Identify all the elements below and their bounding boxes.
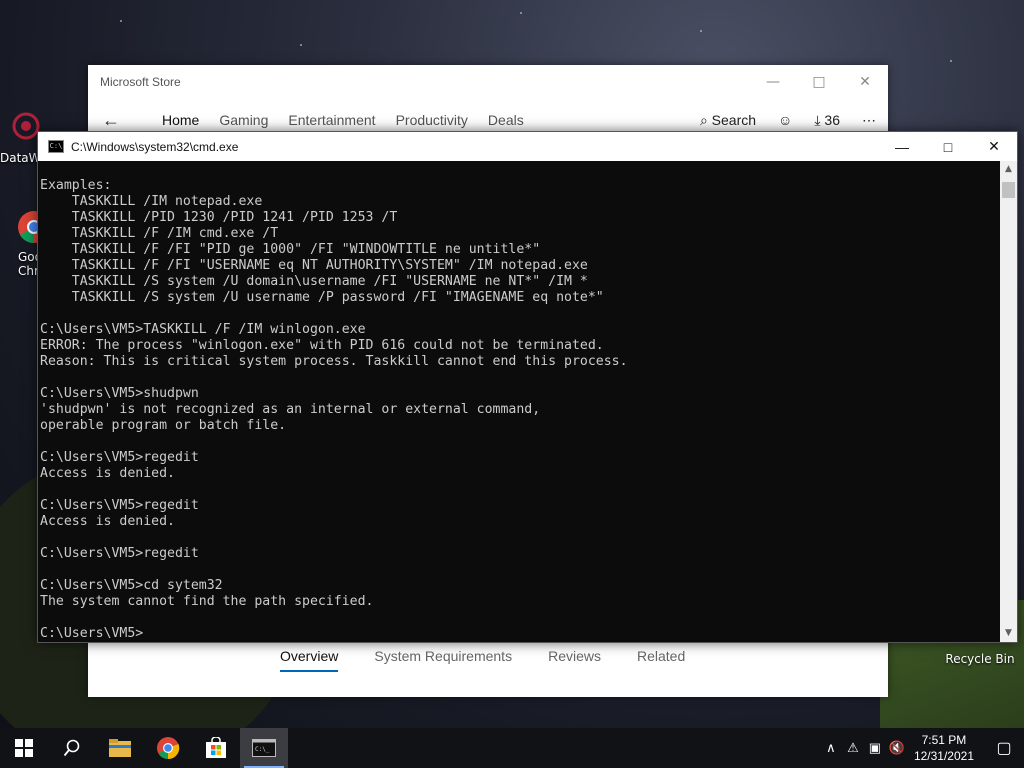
- account-icon[interactable]: ☺: [778, 112, 792, 128]
- taskbar: C:\_ ∧ ⚠ ▣ 🔇 7:51 PM 12/31/2021 ▢: [0, 728, 1024, 768]
- desktop-icon-label: Recycle Bin: [945, 652, 1015, 666]
- chrome-icon: [157, 737, 180, 760]
- show-hidden-icons-icon[interactable]: ∧: [820, 740, 842, 756]
- search-button[interactable]: ⌕ Search: [700, 112, 756, 129]
- console-line: C:\Users\VM5>regedit: [40, 498, 199, 513]
- store-button[interactable]: [192, 728, 240, 768]
- start-button[interactable]: [0, 728, 48, 768]
- console-line: TASKKILL /S system /U username /P passwo…: [40, 290, 604, 305]
- network-icon[interactable]: ▣: [864, 740, 886, 756]
- download-icon: ⤓: [814, 111, 821, 128]
- back-arrow-icon[interactable]: ←: [88, 110, 142, 131]
- console-line: TASKKILL /F /FI "USERNAME eq NT AUTHORIT…: [40, 258, 588, 273]
- scroll-up-icon[interactable]: ▲: [1000, 161, 1017, 178]
- console-output[interactable]: Examples: TASKKILL /IM notepad.exe TASKK…: [38, 161, 1000, 642]
- taskbar-search-button[interactable]: [48, 728, 96, 768]
- store-window-controls: — □ ✕: [750, 65, 888, 99]
- chrome-button[interactable]: [144, 728, 192, 768]
- tab-related[interactable]: Related: [637, 648, 685, 672]
- store-product-tabs: Overview System Requirements Reviews Rel…: [280, 648, 685, 672]
- store-icon: [206, 737, 226, 758]
- cmd-titlebar[interactable]: C:\ C:\Windows\system32\cmd.exe — □ ✕: [38, 132, 1017, 161]
- chrome-desktop-icon: [18, 211, 50, 244]
- console-line: C:\Users\VM5>shudpwn: [40, 386, 199, 401]
- notification-icon[interactable]: ▢: [984, 738, 1024, 758]
- console-line: C:\Users\VM5>cd sytem32: [40, 578, 223, 593]
- console-line: C:\Users\VM5>regedit: [40, 546, 199, 561]
- console-line: Access is denied.: [40, 514, 175, 529]
- system-tray: ∧ ⚠ ▣ 🔇 7:51 PM 12/31/2021 ▢: [820, 728, 1024, 768]
- scrollbar-thumb[interactable]: [1002, 182, 1015, 198]
- tab-system-requirements[interactable]: System Requirements: [374, 648, 512, 672]
- console-line: C:\Users\VM5>: [40, 626, 144, 641]
- console-line: The system cannot find the path specifie…: [40, 594, 374, 609]
- console-line: operable program or batch file.: [40, 418, 287, 433]
- tab-reviews[interactable]: Reviews: [548, 648, 601, 672]
- console-line: TASKKILL /PID 1230 /PID 1241 /PID 1253 /…: [40, 210, 398, 225]
- console-line: Examples:: [40, 178, 112, 193]
- console-line: ERROR: The process "winlogon.exe" with P…: [40, 338, 604, 353]
- desktop-icon-recycle-bin[interactable]: Recycle Bin: [940, 652, 1020, 666]
- start-icon: [15, 739, 33, 757]
- maximize-icon[interactable]: □: [925, 132, 971, 161]
- volume-muted-icon[interactable]: 🔇: [886, 740, 908, 756]
- security-warning-icon[interactable]: ⚠: [842, 740, 864, 756]
- console-line: 'shudpwn' is not recognized as an intern…: [40, 402, 541, 417]
- tab-entertainment[interactable]: Entertainment: [288, 112, 375, 128]
- file-explorer-icon: [109, 739, 131, 757]
- cmd-window-icon: C:\: [48, 140, 64, 153]
- cmd-icon: C:\_: [252, 739, 276, 757]
- desktop-icon-label: DataW: [0, 151, 41, 165]
- console-line: C:\Users\VM5>regedit: [40, 450, 199, 465]
- cmd-taskbar-button[interactable]: C:\_: [240, 728, 288, 768]
- console-line: TASKKILL /IM notepad.exe: [40, 194, 263, 209]
- tab-productivity[interactable]: Productivity: [396, 112, 468, 128]
- cmd-window: C:\ C:\Windows\system32\cmd.exe — □ ✕ Ex…: [37, 131, 1018, 643]
- close-icon[interactable]: ✕: [971, 132, 1017, 161]
- search-icon: [63, 739, 80, 757]
- console-line: Access is denied.: [40, 466, 175, 481]
- minimize-icon[interactable]: —: [750, 65, 796, 99]
- cmd-window-controls: — □ ✕: [879, 132, 1017, 161]
- downloads-count: 36: [824, 111, 840, 128]
- downloads-button[interactable]: ⤓ 36: [814, 112, 840, 129]
- search-label: Search: [711, 111, 757, 128]
- more-icon[interactable]: ⋯: [862, 112, 876, 129]
- dataw-app-icon: [12, 112, 40, 140]
- search-icon: ⌕: [699, 111, 708, 128]
- console-line: TASKKILL /F /IM cmd.exe /T: [40, 226, 279, 241]
- close-icon[interactable]: ✕: [842, 65, 888, 99]
- console-scrollbar[interactable]: ▲ ▼: [1000, 161, 1017, 642]
- console-line: C:\Users\VM5>TASKKILL /F /IM winlogon.ex…: [40, 322, 366, 337]
- clock[interactable]: 7:51 PM 12/31/2021: [914, 732, 974, 764]
- store-nav-actions: ⌕ Search ☺ ⤓ 36 ⋯: [700, 112, 876, 129]
- console-line: Reason: This is critical system process.…: [40, 354, 628, 369]
- cmd-window-title: C:\Windows\system32\cmd.exe: [71, 139, 239, 154]
- tab-overview[interactable]: Overview: [280, 648, 339, 672]
- tab-home[interactable]: Home: [162, 112, 199, 128]
- console-line: TASKKILL /S system /U domain\username /F…: [40, 274, 588, 289]
- file-explorer-button[interactable]: [96, 728, 144, 768]
- console-line: TASKKILL /F /FI "PID ge 1000" /FI "WINDO…: [40, 242, 541, 257]
- minimize-icon[interactable]: —: [879, 132, 925, 161]
- tab-gaming[interactable]: Gaming: [219, 112, 268, 128]
- svg-text:C:\_: C:\_: [255, 746, 270, 753]
- clock-date: 12/31/2021: [913, 749, 974, 763]
- clock-time: 7:51 PM: [921, 733, 967, 747]
- tab-deals[interactable]: Deals: [488, 112, 524, 128]
- store-window-title: Microsoft Store: [100, 75, 181, 89]
- maximize-icon[interactable]: □: [796, 65, 842, 99]
- scroll-down-icon[interactable]: ▼: [1000, 625, 1017, 642]
